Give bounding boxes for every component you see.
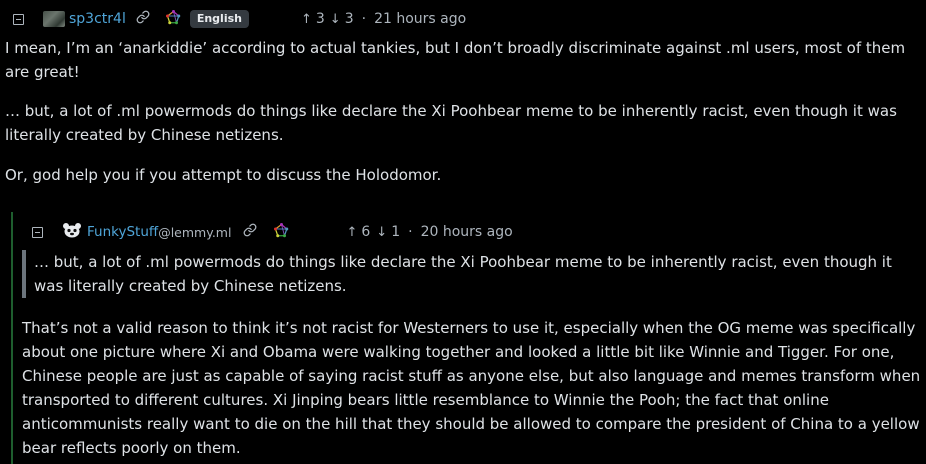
username-link[interactable]: sp3ctr4l <box>69 11 126 27</box>
downvote-icon[interactable]: ↓ <box>376 225 387 240</box>
comment-timestamp[interactable]: 20 hours ago <box>421 224 513 240</box>
user-instance: @lemmy.ml <box>158 224 232 240</box>
blockquote-bar <box>22 250 26 298</box>
username-link[interactable]: FunkyStuff <box>87 224 158 240</box>
comment-timestamp[interactable]: 21 hours ago <box>374 11 466 27</box>
downvote-count: 1 <box>391 224 401 240</box>
fediverse-icon[interactable] <box>165 9 181 29</box>
upvote-icon[interactable]: ↑ <box>301 12 312 27</box>
upvote-count: 6 <box>361 224 371 240</box>
comment-body-paragraph: Or, god help you if you attempt to discu… <box>5 166 442 184</box>
thread-indent-line[interactable] <box>11 212 13 464</box>
upvote-count: 3 <box>315 11 325 27</box>
comment-body-paragraph: … but, a lot of .ml powermods do things … <box>5 102 897 144</box>
fediverse-icon[interactable] <box>274 222 289 242</box>
vote-counts: ↑ 6 ↓ 1 · 20 hours ago <box>346 224 512 240</box>
link-icon[interactable] <box>243 223 257 241</box>
separator-dot: · <box>361 11 367 27</box>
comment-header: FunkyStuff @lemmy.ml ↑ 6 ↓ 1 · 20 hours … <box>32 222 513 242</box>
comment-body-paragraph: That’s not a valid reason to think it’s … <box>22 319 921 457</box>
blockquote-text: … but, a lot of .ml powermods do things … <box>34 253 892 295</box>
separator-dot: · <box>408 224 413 240</box>
comment-header: sp3ctr4l English ↑ 3 ↓ 3 · 21 hours ago <box>13 9 466 29</box>
collapse-comment-icon[interactable] <box>13 13 24 25</box>
downvote-icon[interactable]: ↓ <box>330 12 341 27</box>
collapse-comment-icon[interactable] <box>32 226 43 238</box>
avatar[interactable] <box>62 222 82 242</box>
upvote-icon[interactable]: ↑ <box>346 225 357 240</box>
language-badge: English <box>189 10 249 28</box>
comment-body-paragraph: I mean, I’m an ‘anarkiddie’ according to… <box>5 39 906 81</box>
downvote-count: 3 <box>344 11 354 27</box>
avatar[interactable] <box>43 11 65 27</box>
link-icon[interactable] <box>136 10 150 28</box>
vote-counts: ↑ 3 ↓ 3 · 21 hours ago <box>301 11 466 27</box>
